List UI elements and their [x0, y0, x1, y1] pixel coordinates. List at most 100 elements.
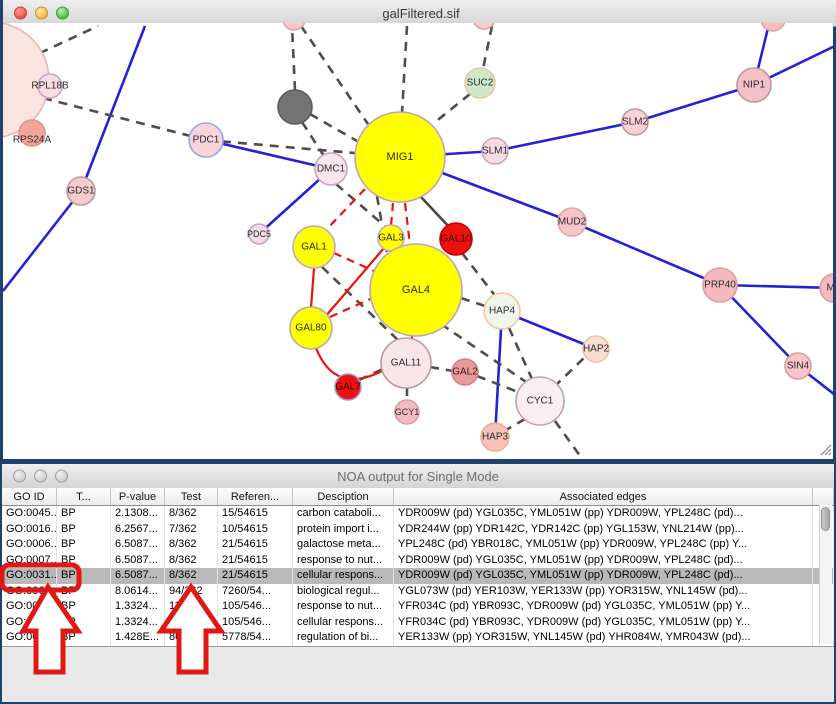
table-header-row: GO IDT...P-valueTestReferen...Desciption…: [2, 488, 834, 506]
resize-grip[interactable]: [821, 445, 831, 455]
column-header-scroll[interactable]: [813, 488, 834, 505]
node-SUC2[interactable]: SUC2: [465, 68, 495, 98]
column-header-go-id[interactable]: GO ID: [2, 488, 57, 505]
network-edge: [495, 311, 502, 437]
node-CYC1[interactable]: CYC1: [516, 377, 564, 425]
network-edge: [402, 26, 407, 113]
node-SLM1[interactable]: SLM1: [482, 138, 509, 164]
table-cell: GO:0007...: [2, 553, 57, 569]
table-cell: 15/54615: [218, 506, 293, 522]
node-HAP4[interactable]: HAP4: [484, 293, 520, 329]
node-GCY1[interactable]: GCY1: [395, 400, 420, 424]
close-button[interactable]: [13, 470, 26, 483]
node-GAL2[interactable]: GAL2: [452, 359, 478, 385]
table-body: GO:0045...BP2.1308...8/36215/54615carbon…: [2, 506, 834, 647]
column-header-p-value[interactable]: P-value: [111, 488, 165, 505]
node-DMC1[interactable]: DMC1: [315, 153, 347, 185]
table-row[interactable]: GO:0031...BP6.5087...8/36221/54615cellul…: [2, 568, 834, 584]
node-MIG1[interactable]: MIG1: [355, 112, 445, 202]
network-edge: [311, 268, 314, 308]
node-gray-node[interactable]: [278, 90, 312, 124]
node-GAL4[interactable]: GAL4: [370, 244, 462, 336]
table-cell: GO:0045...: [2, 506, 57, 522]
table-row[interactable]: GO:0045...BP2.1308...8/36215/54615carbon…: [2, 506, 834, 522]
table-cell: regulation of bi...: [293, 630, 394, 646]
table-cell: 21/54615: [218, 537, 293, 553]
minimize-button[interactable]: [34, 470, 47, 483]
network-edge: [461, 298, 485, 306]
column-header-associated-edges[interactable]: Associated edges: [394, 488, 813, 505]
node-NIP1[interactable]: NIP1: [737, 68, 771, 102]
network-edge: [430, 367, 453, 371]
table-row[interactable]: GO:0007...BP6.5087...8/36221/54615respon…: [2, 553, 834, 569]
node-GAL80[interactable]: GAL80: [290, 307, 332, 349]
table-cell: 8/362: [165, 537, 218, 553]
table-cell: BP: [57, 537, 111, 553]
node-HAP2[interactable]: HAP2: [583, 336, 610, 362]
network-edge: [292, 26, 295, 90]
node-MUD2[interactable]: MUD2: [558, 208, 587, 236]
table-cell: 11/362: [165, 599, 218, 615]
node-label-MSN: MS: [827, 283, 834, 294]
table-row[interactable]: GO:0016...BP6.2567...7/36210/54615protei…: [2, 522, 834, 538]
node-PDC1[interactable]: PDC1: [189, 123, 223, 157]
column-header-desciption[interactable]: Desciption: [293, 488, 394, 505]
minimize-button[interactable]: [35, 7, 48, 20]
node-label-GAL2: GAL2: [452, 367, 478, 378]
node-PRP40[interactable]: PRP40: [703, 268, 737, 302]
node-HAP3[interactable]: HAP3: [481, 423, 509, 451]
table-cell: BP: [57, 522, 111, 538]
column-header-test[interactable]: Test: [165, 488, 218, 505]
table-row[interactable]: GO:0006...BP6.5087...8/36221/54615galact…: [2, 537, 834, 553]
table-row[interactable]: GO:0050...BP1.428E...80/3625778/54...reg…: [2, 630, 834, 646]
network-edge: [206, 140, 331, 169]
node-top-c[interactable]: [761, 23, 785, 31]
zoom-button[interactable]: [56, 7, 69, 20]
table-cell: cellular respons...: [293, 568, 394, 584]
node-label-RPS24A: RPS24A: [13, 135, 52, 146]
scrollbar-thumb[interactable]: [821, 507, 830, 531]
node-label-HAP4: HAP4: [489, 306, 516, 317]
network-edge: [310, 114, 357, 141]
node-label-MUD2: MUD2: [558, 217, 587, 228]
node-label-SUC2: SUC2: [467, 78, 494, 89]
table-row[interactable]: GO:0031...BP1.3324...11/362105/546...res…: [2, 599, 834, 615]
node-label-PRP40: PRP40: [704, 280, 736, 291]
node-label-GAL3: GAL3: [378, 233, 404, 244]
table-cell: 1.428E...: [111, 630, 165, 646]
node-GAL7[interactable]: GAL7: [335, 374, 361, 400]
table-row[interactable]: GO:0031...BP1.3324...11/362105/546...cel…: [2, 615, 834, 631]
network-edge: [635, 85, 754, 122]
node-GAL10[interactable]: GAL10: [440, 223, 472, 255]
network-edge: [555, 421, 583, 456]
table-cell: 6.5087...: [111, 568, 165, 584]
table-row[interactable]: GO:0065...BP8.0614...94/3627260/54...bio…: [2, 584, 834, 600]
table-cell: 7/362: [165, 522, 218, 538]
table-cell: YPL248C (pd) YBR018C, YML051W (pp) YDR00…: [394, 537, 813, 553]
node-MSN[interactable]: MS: [820, 274, 833, 302]
noa-titlebar[interactable]: NOA output for Single Mode: [2, 464, 834, 489]
column-header-t-[interactable]: T...: [57, 488, 111, 505]
node-SIN4[interactable]: SIN4: [785, 353, 811, 379]
table-cell: 8/362: [165, 506, 218, 522]
node-label-GDS1: GDS1: [67, 186, 95, 197]
node-GDS1[interactable]: GDS1: [67, 177, 95, 205]
table-cell: 1.3324...: [111, 615, 165, 631]
vertical-scrollbar[interactable]: [819, 505, 832, 644]
node-label-HAP2: HAP2: [583, 344, 610, 355]
column-header-referen-[interactable]: Referen...: [218, 488, 293, 505]
network-canvas[interactable]: RPL18BRPS24AGDS1PDC1DMC1MIG1SUC2SLM1SLM2…: [3, 23, 833, 456]
node-label-HAP3: HAP3: [482, 432, 509, 443]
window-controls-inactive: [13, 470, 68, 483]
node-GAL11[interactable]: GAL11: [381, 338, 431, 388]
close-button[interactable]: [14, 7, 27, 20]
table-cell: BP: [57, 599, 111, 615]
table-cell: GO:0006...: [2, 537, 57, 553]
network-edge: [495, 122, 635, 151]
node-SLM2[interactable]: SLM2: [622, 109, 649, 135]
table-cell: BP: [57, 615, 111, 631]
node-GAL1[interactable]: GAL1: [293, 226, 335, 268]
zoom-button[interactable]: [55, 470, 68, 483]
node-label-GAL1: GAL1: [301, 242, 327, 253]
table-cell: 80/362: [165, 630, 218, 646]
